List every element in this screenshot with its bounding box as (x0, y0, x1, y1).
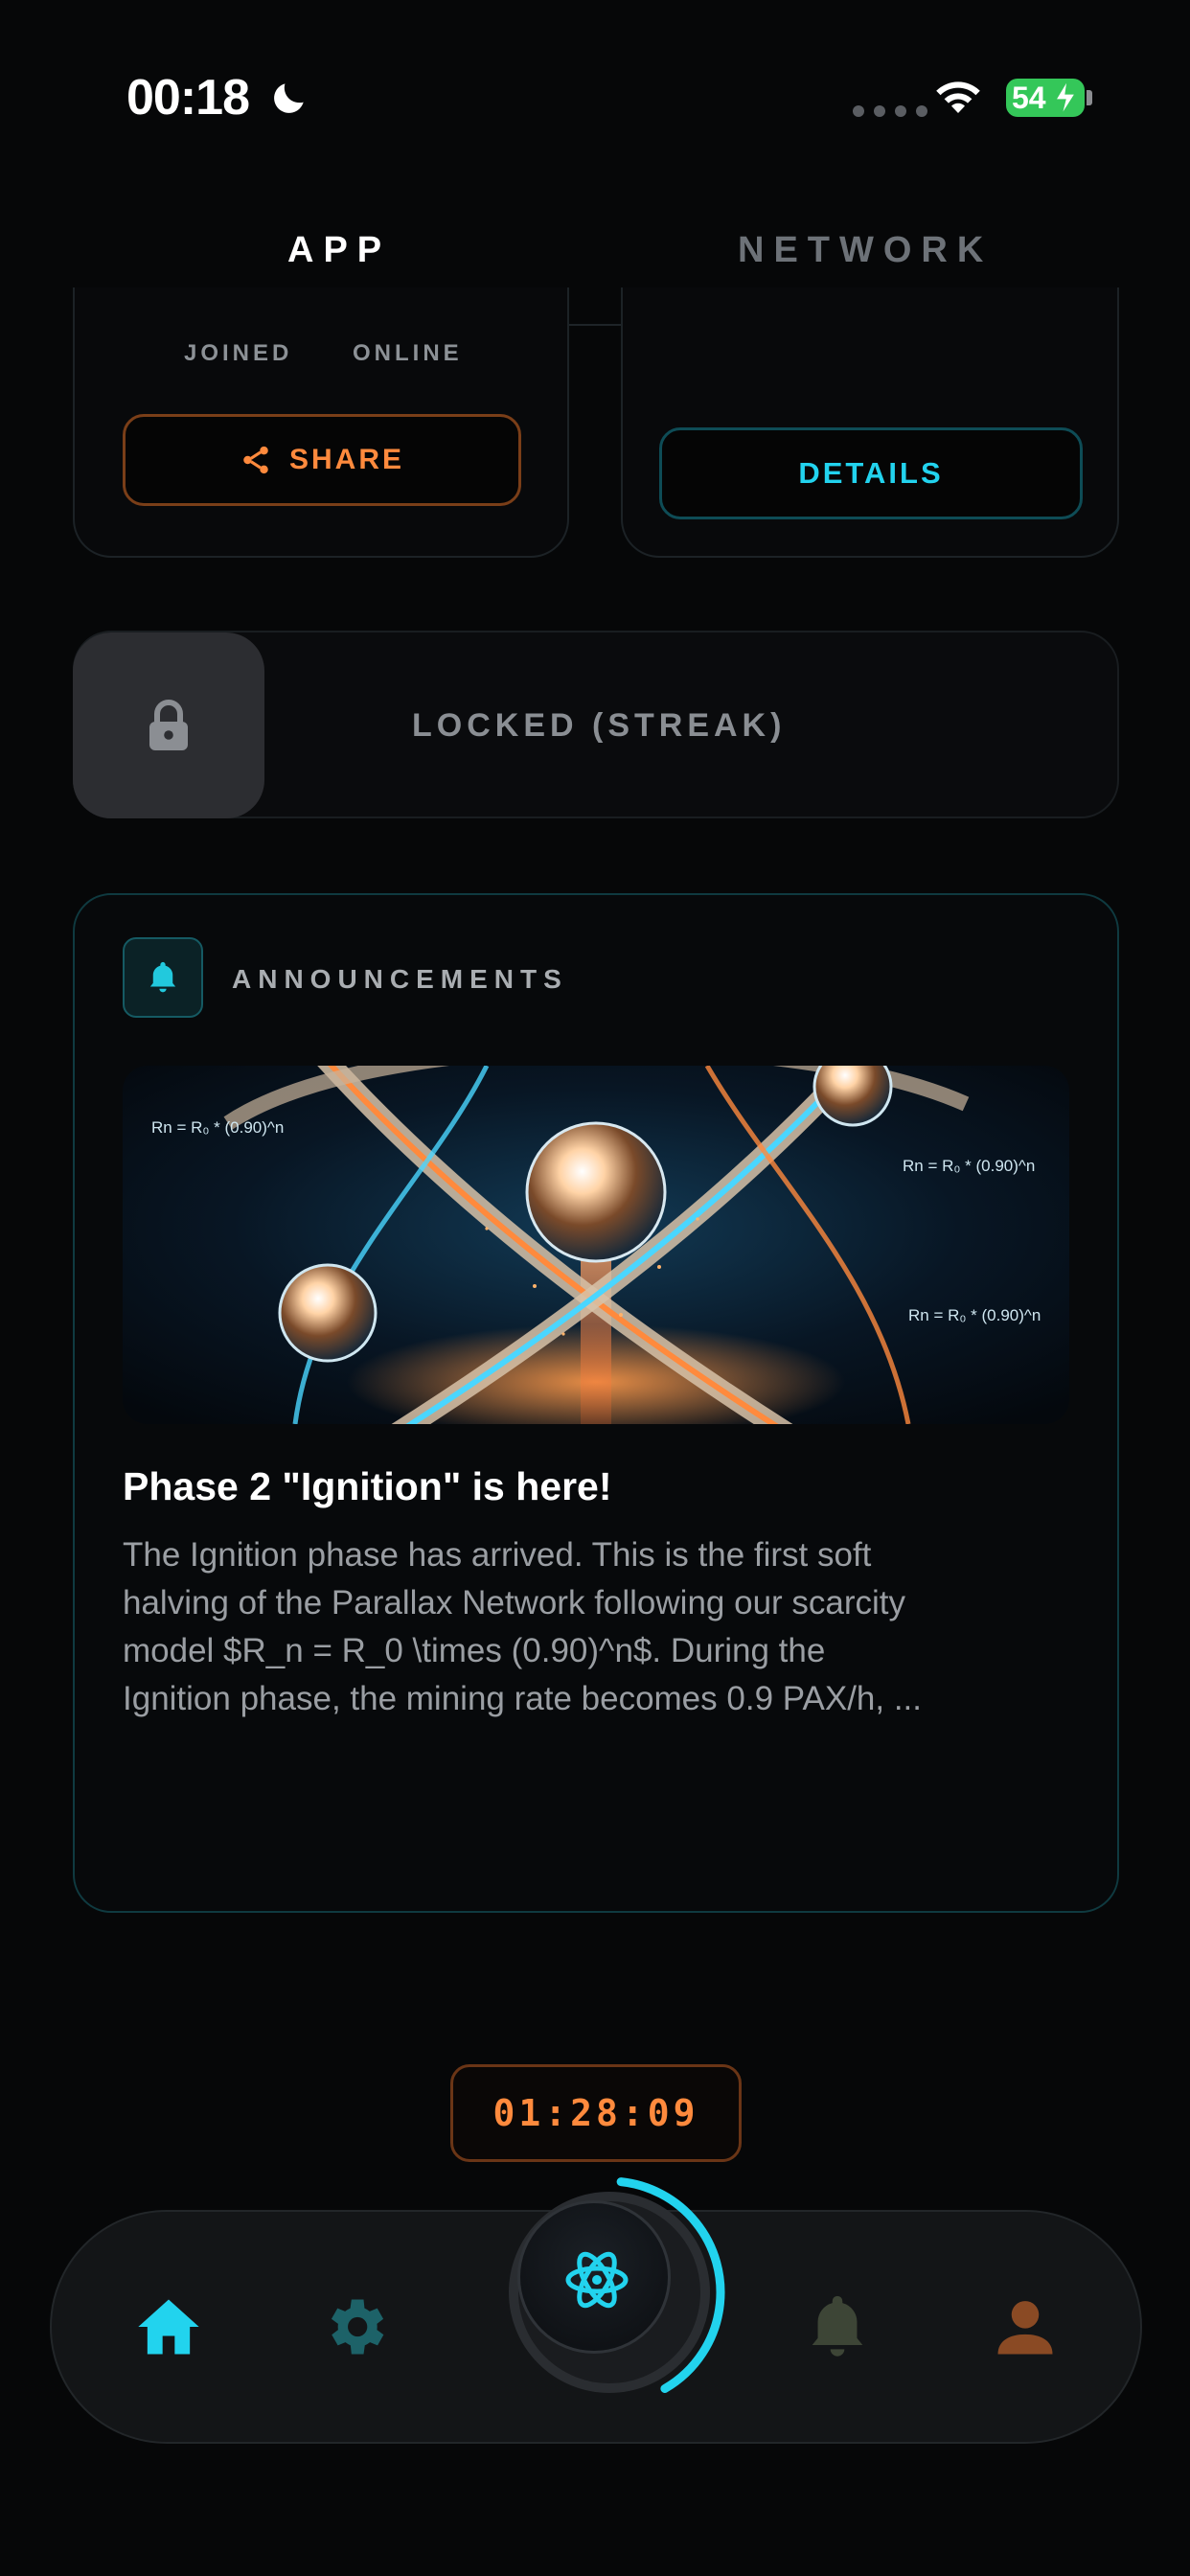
formula-right-mid: Rn = R₀ * (0.90)^n (908, 1306, 1041, 1324)
streak-slider-handle[interactable] (73, 632, 264, 818)
status-time: 00:18 (126, 70, 250, 126)
bell-icon[interactable] (801, 2290, 874, 2363)
announcements-title: ANNOUNCEMENTS (232, 964, 568, 994)
announcement-body-line: Ignition phase, the mining rate becomes … (123, 1680, 923, 1717)
announcement-body-line: The Ignition phase has arrived. This is … (123, 1536, 872, 1574)
moon-icon (274, 83, 304, 113)
battery-percent: 54 (1012, 80, 1046, 115)
details-button-label: DETAILS (798, 456, 944, 490)
home-icon[interactable] (132, 2290, 205, 2363)
share-icon (243, 446, 268, 474)
announcement-headline: Phase 2 "Ignition" is here! (123, 1464, 612, 1508)
formula-right-top: Rn = R₀ * (0.90)^n (903, 1157, 1035, 1175)
formula-left: Rn = R₀ * (0.90)^n (151, 1118, 284, 1137)
atom-artwork: Rn = R₀ * (0.90)^n Rn = R₀ * (0.90)^n Rn… (123, 1066, 1069, 1424)
announcements-icon-box (123, 937, 203, 1018)
atom-icon (565, 2251, 629, 2309)
streak-locked-label: LOCKED (STREAK) (412, 707, 787, 744)
details-button[interactable]: DETAILS (659, 427, 1083, 519)
announcement-body-line: model $R_n = R_0 \times (0.90)^n$. Durin… (123, 1632, 826, 1669)
charging-bolt-icon (1054, 80, 1077, 115)
mining-timer-value: 01:28:09 (492, 2092, 699, 2134)
joined-label: JOINED (184, 340, 293, 366)
share-button[interactable]: SHARE (123, 414, 521, 506)
announcement-image[interactable]: Rn = R₀ * (0.90)^n Rn = R₀ * (0.90)^n Rn… (123, 1066, 1069, 1424)
signal-dots-icon (853, 105, 927, 117)
online-label: ONLINE (353, 340, 463, 366)
share-button-label: SHARE (288, 444, 404, 475)
tab-app[interactable]: APP (287, 230, 391, 271)
lock-icon (149, 700, 188, 750)
mine-button[interactable] (517, 2200, 671, 2354)
user-icon[interactable] (989, 2290, 1062, 2363)
mining-timer: 01:28:09 (450, 2064, 742, 2162)
bell-icon (149, 961, 176, 993)
wifi-icon (936, 81, 980, 113)
announcement-body: The Ignition phase has arrived. This is … (123, 1531, 1071, 1723)
gear-icon[interactable] (318, 2290, 391, 2363)
tab-network[interactable]: NETWORK (738, 230, 993, 271)
battery-cap (1087, 90, 1092, 105)
announcement-body-line: halving of the Parallax Network followin… (123, 1584, 906, 1622)
